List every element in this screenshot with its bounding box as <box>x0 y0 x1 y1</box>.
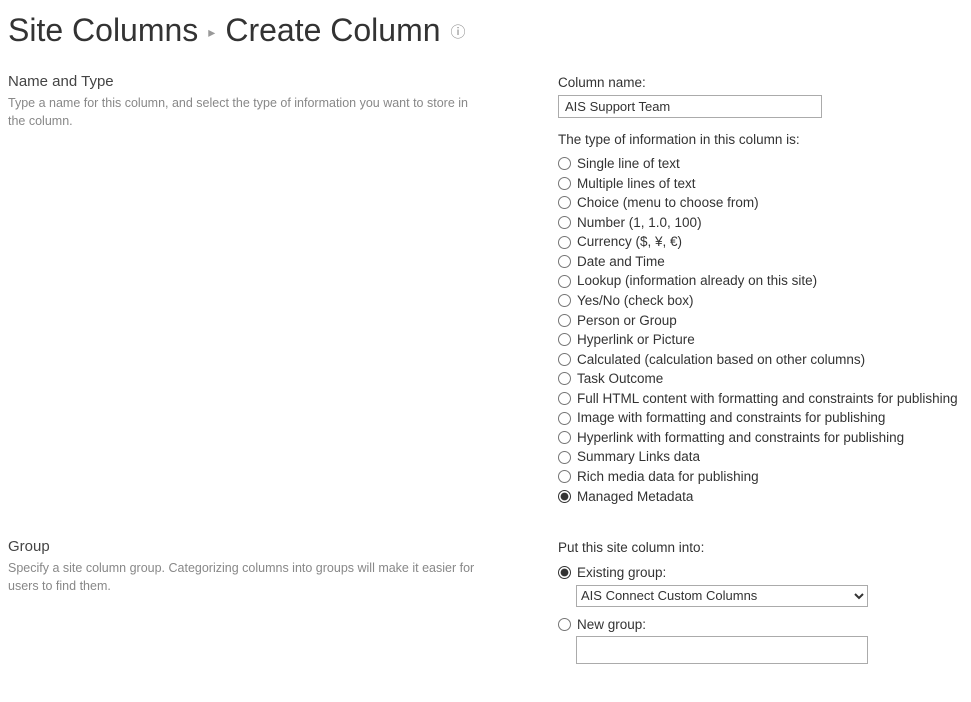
info-type-option-label[interactable]: Summary Links data <box>577 447 700 467</box>
info-type-option-label[interactable]: Number (1, 1.0, 100) <box>577 213 702 233</box>
put-into-label: Put this site column into: <box>558 540 963 555</box>
section-title-group: Group <box>8 538 548 555</box>
info-type-row: Choice (menu to choose from) <box>558 193 963 213</box>
info-type-radio[interactable] <box>558 353 571 366</box>
info-type-row: Single line of text <box>558 154 963 174</box>
info-type-radio[interactable] <box>558 392 571 405</box>
info-type-row: Managed Metadata <box>558 487 963 507</box>
info-type-radio[interactable] <box>558 431 571 444</box>
section-title-name-type: Name and Type <box>8 73 548 90</box>
section-name-type: Name and Type Type a name for this colum… <box>8 73 963 506</box>
breadcrumb-site-columns[interactable]: Site Columns <box>8 12 198 49</box>
existing-group-select[interactable]: AIS Connect Custom Columns <box>576 585 868 607</box>
info-type-row: Yes/No (check box) <box>558 291 963 311</box>
info-type-row: Hyperlink with formatting and constraint… <box>558 428 963 448</box>
info-type-row: Person or Group <box>558 311 963 331</box>
breadcrumb-create-column: Create Column <box>225 12 440 49</box>
section-group: Group Specify a site column group. Categ… <box>8 538 963 672</box>
info-type-row: Rich media data for publishing <box>558 467 963 487</box>
info-type-row: Date and Time <box>558 252 963 272</box>
new-group-input[interactable] <box>576 636 868 664</box>
info-type-radio[interactable] <box>558 333 571 346</box>
info-type-option-label[interactable]: Person or Group <box>577 311 677 331</box>
breadcrumb-separator: ▸ <box>208 24 215 41</box>
info-type-radio[interactable] <box>558 372 571 385</box>
row-new-group: New group: <box>558 615 963 635</box>
info-type-radio[interactable] <box>558 294 571 307</box>
info-type-row: Task Outcome <box>558 369 963 389</box>
info-type-radio[interactable] <box>558 490 571 503</box>
info-type-option-label[interactable]: Date and Time <box>577 252 665 272</box>
info-type-radio[interactable] <box>558 177 571 190</box>
info-type-row: Number (1, 1.0, 100) <box>558 213 963 233</box>
info-type-radio[interactable] <box>558 451 571 464</box>
breadcrumb: Site Columns ▸ Create Column ⓘ <box>8 10 963 67</box>
section-desc-group: Specify a site column group. Categorizin… <box>8 559 478 595</box>
info-type-row: Summary Links data <box>558 447 963 467</box>
info-type-radio[interactable] <box>558 157 571 170</box>
column-name-label: Column name: <box>558 75 963 90</box>
info-type-option-label[interactable]: Task Outcome <box>577 369 663 389</box>
section-desc-name-type: Type a name for this column, and select … <box>8 94 478 130</box>
info-type-option-label[interactable]: Single line of text <box>577 154 680 174</box>
info-type-row: Full HTML content with formatting and co… <box>558 389 963 409</box>
info-type-label: The type of information in this column i… <box>558 132 963 147</box>
info-type-row: Hyperlink or Picture <box>558 330 963 350</box>
info-type-option-label[interactable]: Multiple lines of text <box>577 174 696 194</box>
info-type-radio-list: Single line of textMultiple lines of tex… <box>558 154 963 506</box>
info-type-option-label[interactable]: Yes/No (check box) <box>577 291 694 311</box>
info-type-radio[interactable] <box>558 412 571 425</box>
info-type-radio[interactable] <box>558 236 571 249</box>
info-type-radio[interactable] <box>558 255 571 268</box>
row-existing-group: Existing group: <box>558 563 963 583</box>
info-type-option-label[interactable]: Full HTML content with formatting and co… <box>577 389 958 409</box>
info-type-option-label[interactable]: Managed Metadata <box>577 487 693 507</box>
existing-group-label[interactable]: Existing group: <box>577 563 666 583</box>
info-type-radio[interactable] <box>558 196 571 209</box>
info-type-radio[interactable] <box>558 314 571 327</box>
info-type-option-label[interactable]: Hyperlink or Picture <box>577 330 695 350</box>
info-type-row: Image with formatting and constraints fo… <box>558 408 963 428</box>
info-type-row: Lookup (information already on this site… <box>558 271 963 291</box>
info-type-option-label[interactable]: Lookup (information already on this site… <box>577 271 817 291</box>
info-type-option-label[interactable]: Hyperlink with formatting and constraint… <box>577 428 904 448</box>
info-type-option-label[interactable]: Currency ($, ¥, €) <box>577 232 682 252</box>
info-type-option-label[interactable]: Calculated (calculation based on other c… <box>577 350 865 370</box>
info-type-radio[interactable] <box>558 216 571 229</box>
info-type-radio[interactable] <box>558 275 571 288</box>
info-type-option-label[interactable]: Choice (menu to choose from) <box>577 193 759 213</box>
info-type-row: Calculated (calculation based on other c… <box>558 350 963 370</box>
column-name-input[interactable] <box>558 95 822 118</box>
info-type-row: Multiple lines of text <box>558 174 963 194</box>
info-type-row: Currency ($, ¥, €) <box>558 232 963 252</box>
info-type-option-label[interactable]: Image with formatting and constraints fo… <box>577 408 885 428</box>
info-type-radio[interactable] <box>558 470 571 483</box>
existing-group-radio[interactable] <box>558 566 571 579</box>
new-group-label[interactable]: New group: <box>577 615 646 635</box>
info-type-option-label[interactable]: Rich media data for publishing <box>577 467 759 487</box>
new-group-radio[interactable] <box>558 618 571 631</box>
info-icon[interactable]: ⓘ <box>451 21 466 42</box>
